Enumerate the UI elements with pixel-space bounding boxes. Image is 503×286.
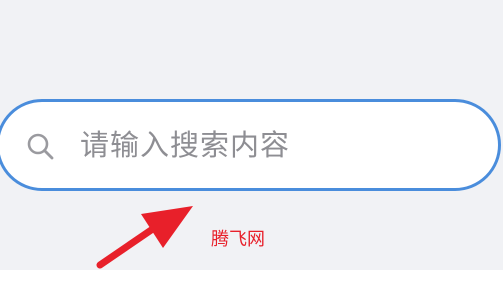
search-icon	[26, 132, 56, 162]
search-bar[interactable]: 请输入搜索内容	[0, 99, 501, 191]
bottom-strip	[0, 270, 503, 286]
watermark-text: 腾飞网	[211, 229, 265, 250]
search-placeholder[interactable]: 请输入搜索内容	[80, 127, 290, 163]
